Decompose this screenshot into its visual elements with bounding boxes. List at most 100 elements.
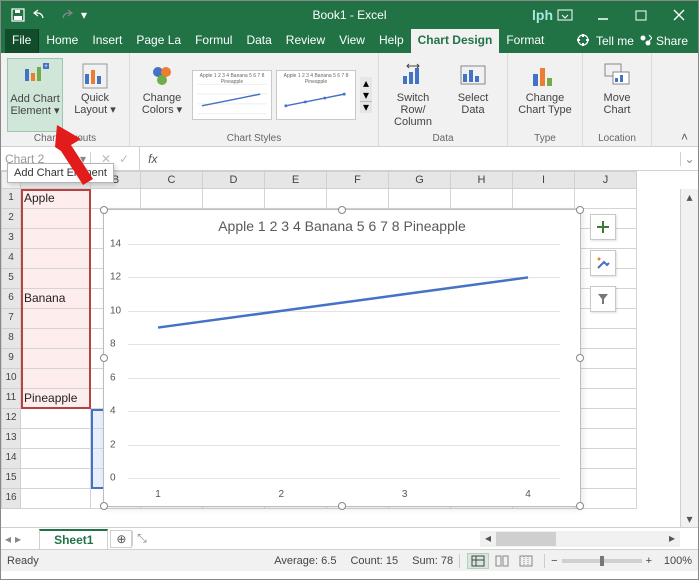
rowhead-15[interactable]: 15 [1,469,21,489]
cell[interactable] [21,429,91,449]
zoom-control[interactable]: − + 100% [551,555,692,567]
rowhead-14[interactable]: 14 [1,449,21,469]
cell[interactable] [575,409,637,429]
tellme-label[interactable]: Tell me [596,34,634,48]
change-chart-type-button[interactable]: Change Chart Type [514,58,576,132]
cell[interactable] [21,469,91,489]
zoom-out-icon[interactable]: − [551,555,557,567]
cell[interactable] [21,329,91,349]
view-page-layout-icon[interactable] [491,553,513,569]
cell[interactable]: Pineapple [21,389,91,409]
tab-insert[interactable]: Insert [85,29,129,53]
quick-layout-button[interactable]: Quick Layout ▾ [67,58,123,132]
tab-chart-design[interactable]: Chart Design [411,29,500,53]
cell[interactable] [21,209,91,229]
formula-expand-icon[interactable]: ⌄ [680,152,698,166]
change-colors-button[interactable]: Change Colors ▾ [136,58,188,132]
qat-dropdown-icon[interactable]: ▾ [81,8,87,22]
vscroll-down[interactable]: ▾ [681,511,698,527]
tab-page-layout[interactable]: Page La [129,29,188,53]
chart-style-1[interactable]: Apple 1 2 3 4 Banana 5 6 7 8 Pineapple [192,70,272,120]
rowhead-4[interactable]: 4 [1,249,21,269]
close-button[interactable] [660,1,698,29]
chart-filters-button[interactable] [590,286,616,312]
rowhead-8[interactable]: 8 [1,329,21,349]
tab-review[interactable]: Review [279,29,332,53]
cell[interactable] [575,389,637,409]
tab-help[interactable]: Help [372,29,411,53]
cell[interactable] [21,369,91,389]
ribbon-options-icon[interactable] [546,1,584,29]
enter-formula-icon[interactable]: ✓ [119,152,129,166]
rowhead-5[interactable]: 5 [1,269,21,289]
vscroll-up[interactable]: ▴ [681,189,698,205]
zoom-slider[interactable] [562,559,642,563]
tab-format[interactable]: Format [499,29,551,53]
chart-plot-area[interactable]: 141210864201234 [128,244,560,486]
style-scroll-down[interactable]: ▾ [360,89,372,101]
save-icon[interactable] [11,8,25,22]
ribbon-collapse-icon[interactable]: ˄ [677,130,692,146]
horizontal-scrollbar[interactable]: ◂▸ [480,531,680,547]
sheet-tab-sheet1[interactable]: Sheet1 [39,529,108,549]
cell[interactable] [575,309,637,329]
view-page-break-icon[interactable] [515,553,537,569]
rowhead-10[interactable]: 10 [1,369,21,389]
share-button[interactable]: Share [640,34,688,49]
colhead-C[interactable]: C [141,171,203,189]
style-dropdown[interactable]: ▾ [360,101,372,113]
chart-styles-button[interactable] [590,250,616,276]
cell[interactable]: Apple [21,189,91,209]
colhead-E[interactable]: E [265,171,327,189]
colhead-J[interactable]: J [575,171,637,189]
cell[interactable] [575,449,637,469]
cell[interactable] [21,489,91,509]
colhead-G[interactable]: G [389,171,451,189]
embedded-chart[interactable]: Apple 1 2 3 4 Banana 5 6 7 8 Pineapple 1… [103,209,581,507]
cell[interactable] [21,229,91,249]
sheet-nav-prev[interactable]: ◂ [1,532,15,546]
zoom-level[interactable]: 100% [656,555,692,567]
select-data-button[interactable]: Select Data [445,58,501,132]
chart-elements-button[interactable] [590,214,616,240]
cell[interactable] [575,349,637,369]
rowhead-9[interactable]: 9 [1,349,21,369]
cell[interactable] [21,349,91,369]
chart-style-2[interactable]: Apple 1 2 3 4 Banana 5 6 7 8 Pineapple [276,70,356,120]
cell[interactable]: Banana [21,289,91,309]
rowhead-11[interactable]: 11 [1,389,21,409]
minimize-button[interactable] [584,1,622,29]
redo-icon[interactable] [57,8,73,22]
tab-formulas[interactable]: Formul [188,29,239,53]
rowhead-2[interactable]: 2 [1,209,21,229]
cell[interactable] [575,369,637,389]
rowhead-6[interactable]: 6 [1,289,21,309]
fx-label[interactable]: fx [140,152,165,166]
cell[interactable] [575,469,637,489]
formula-input[interactable] [165,147,680,170]
cell[interactable] [203,189,265,209]
sheet-nav-next[interactable]: ▸ [15,532,21,546]
rowhead-13[interactable]: 13 [1,429,21,449]
zoom-in-icon[interactable]: + [646,555,652,567]
undo-icon[interactable] [33,8,49,22]
cell[interactable] [513,189,575,209]
cell[interactable] [21,249,91,269]
colhead-F[interactable]: F [327,171,389,189]
cell[interactable] [141,189,203,209]
cell[interactable] [327,189,389,209]
rowhead-16[interactable]: 16 [1,489,21,509]
colhead-H[interactable]: H [451,171,513,189]
move-chart-button[interactable]: Move Chart [589,58,645,132]
cell[interactable] [21,309,91,329]
cell[interactable] [451,189,513,209]
switch-row-column-button[interactable]: Switch Row/ Column [385,58,441,132]
rowhead-12[interactable]: 12 [1,409,21,429]
cell[interactable] [575,429,637,449]
cell[interactable] [575,329,637,349]
cell[interactable] [21,449,91,469]
rowhead-3[interactable]: 3 [1,229,21,249]
cell[interactable] [389,189,451,209]
tellme-icon[interactable] [576,33,590,50]
maximize-button[interactable] [622,1,660,29]
